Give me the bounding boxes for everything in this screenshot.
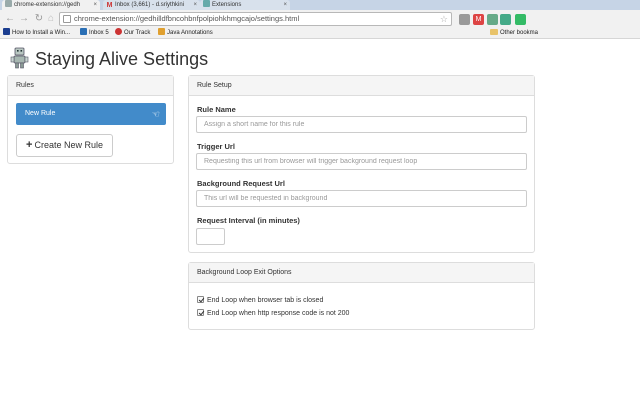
trigger-url-label: Trigger Url [197, 142, 235, 151]
tab-title: Inbox (3,661) - d.sriythkini [115, 2, 185, 8]
exit-options-heading: Background Loop Exit Options [189, 263, 534, 283]
exit-option-tab-closed[interactable]: End Loop when browser tab is closed [197, 296, 323, 305]
globe-extension-icon[interactable] [500, 14, 511, 25]
folder-icon [490, 29, 498, 35]
windows-icon [3, 28, 10, 35]
hand-pointer-icon: ☜ [151, 109, 160, 119]
bookmark-label: Java Annotations [167, 30, 213, 36]
rules-panel: Rules New Rule ☜ + Create New Rule [7, 75, 174, 164]
bookmarks-bar: How to Install a Win... Inbox 5 Our Trac… [0, 28, 640, 39]
background-url-input[interactable] [196, 190, 527, 207]
reload-icon[interactable]: ↻ [33, 13, 45, 25]
address-bar[interactable]: chrome-extension://gedhilldfbncohbnfpolp… [59, 12, 452, 26]
exit-option-label: End Loop when browser tab is closed [207, 297, 324, 304]
exit-option-response-code[interactable]: End Loop when http response code is not … [197, 309, 349, 318]
other-bookmarks-label: Other bookma [500, 30, 539, 36]
robot-extension-icon[interactable] [487, 14, 498, 25]
bookmark-item[interactable]: Our Track [115, 28, 150, 38]
checkbox-checked-icon[interactable] [197, 296, 204, 303]
tab-close-icon[interactable]: × [93, 0, 97, 10]
rule-setup-panel: Rule Setup Rule Name Trigger Url Backgro… [188, 75, 535, 253]
bookmark-label: How to Install a Win... [12, 30, 71, 36]
tab-close-icon[interactable]: × [193, 0, 197, 10]
page-icon [63, 15, 71, 23]
trigger-url-input[interactable] [196, 153, 527, 170]
tab-close-icon[interactable]: × [283, 0, 287, 10]
java-icon [158, 28, 165, 35]
extension-favicon-icon [5, 0, 12, 7]
rule-setup-heading: Rule Setup [189, 76, 534, 96]
interval-input[interactable] [196, 228, 225, 245]
rule-name-label: Rule Name [197, 105, 236, 114]
bookmark-item[interactable]: Java Annotations [158, 28, 213, 38]
rule-list-item[interactable]: New Rule ☜ [16, 103, 166, 125]
back-arrow-icon[interactable]: ← [4, 13, 16, 25]
exit-options-panel: Background Loop Exit Options End Loop wh… [188, 262, 535, 330]
puzzle-favicon-icon [203, 0, 210, 7]
create-rule-label: Create New Rule [34, 140, 103, 150]
rules-panel-heading: Rules [8, 76, 173, 96]
forward-arrow-icon[interactable]: → [18, 13, 30, 25]
checkbox-checked-icon[interactable] [197, 309, 204, 316]
tab-strip: chrome-extension://gedh × M Inbox (3,661)… [0, 0, 640, 10]
bookmark-star-icon[interactable]: ☆ [440, 13, 448, 25]
green-extension-icon[interactable] [515, 14, 526, 25]
gmail-favicon-icon: M [106, 2, 113, 9]
robot-logo-icon [10, 47, 29, 69]
bookmark-item[interactable]: Inbox 5 [80, 28, 109, 38]
rule-name-input[interactable] [196, 116, 527, 133]
home-icon[interactable]: ⌂ [45, 13, 57, 25]
rule-item-label: New Rule [25, 110, 56, 117]
tab-title: Extensions [212, 2, 242, 8]
linkedin-icon [80, 28, 87, 35]
browser-toolbar: ← → ↻ ⌂ chrome-extension://gedhilldfbnco… [0, 10, 640, 28]
bookmark-label: Inbox 5 [89, 30, 109, 36]
track-icon [115, 28, 122, 35]
tab-inbox[interactable]: M Inbox (3,661) - d.sriythkini × [103, 0, 200, 10]
plus-icon: + [26, 139, 33, 151]
url-text: chrome-extension://gedhilldfbncohbnfpolp… [74, 14, 300, 23]
page-title: Staying Alive Settings [35, 49, 209, 69]
background-url-label: Background Request Url [197, 179, 285, 188]
bookmark-label: Our Track [124, 30, 151, 36]
create-new-rule-button[interactable]: + Create New Rule [16, 134, 113, 157]
tab-title: chrome-extension://gedh [14, 2, 81, 8]
other-bookmarks[interactable]: Other bookma [490, 28, 538, 38]
bookmark-item[interactable]: How to Install a Win... [3, 28, 70, 38]
window-controls [602, 0, 640, 10]
tab-extensions[interactable]: Extensions × [200, 0, 290, 10]
interval-label: Request Interval (in minutes) [197, 216, 300, 225]
extension-icon[interactable] [459, 14, 470, 25]
exit-option-label: End Loop when http response code is not … [207, 310, 350, 317]
tab-settings[interactable]: chrome-extension://gedh × [2, 0, 100, 10]
gmail-extension-icon[interactable]: M [473, 14, 484, 25]
